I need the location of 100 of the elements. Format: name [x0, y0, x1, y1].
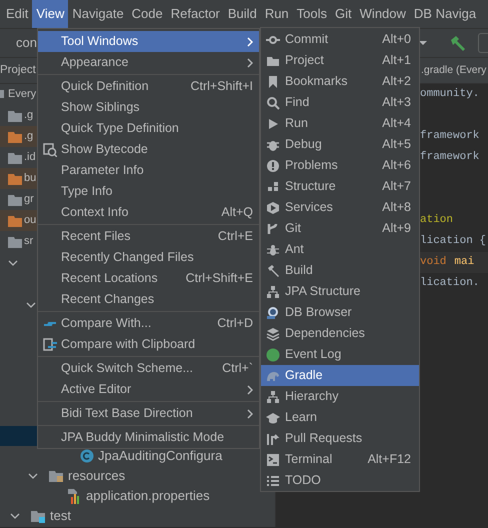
menu-item[interactable]: Recent Files Ctrl+E — [38, 226, 259, 247]
code-text: framework — [420, 129, 480, 144]
resources-folder-icon — [48, 469, 64, 483]
menu-item[interactable]: Project Alt+1 — [261, 50, 419, 71]
tree-item-label[interactable]: application.properties — [86, 486, 210, 506]
menu-bar-item[interactable]: Edit — [2, 0, 32, 28]
menu-item[interactable]: Dependencies — [261, 323, 419, 344]
menu-item[interactable]: Active Editor — [38, 379, 259, 400]
menu-item[interactable]: Structure Alt+7 — [261, 176, 419, 197]
tree-item-label[interactable]: resources — [68, 466, 126, 486]
panel-title: Project — [0, 62, 36, 78]
menu-bar-item[interactable]: Run — [260, 0, 293, 28]
tree-item-label[interactable]: ou — [24, 212, 36, 229]
layers-icon — [266, 326, 280, 340]
clipboard-compare-icon — [42, 338, 56, 352]
tree-item-label[interactable]: .g — [24, 128, 34, 145]
menu-item[interactable]: Bookmarks Alt+2 — [261, 71, 419, 92]
menu-item[interactable]: Parameter Info — [38, 160, 259, 181]
menu-item[interactable]: Compare with Clipboard — [38, 334, 259, 355]
menu-item[interactable]: Quick Definition Ctrl+Shift+I — [38, 76, 259, 97]
tree-item-label[interactable]: gr — [24, 191, 34, 208]
menu-item[interactable]: Services Alt+8 — [261, 197, 419, 218]
menu-bar-item[interactable]: Window — [356, 0, 410, 28]
menu-item[interactable]: Recently Changed Files — [38, 247, 259, 268]
tree-item-label[interactable]: Every — [8, 86, 36, 103]
caret-icon — [418, 40, 428, 46]
menu-bar-item[interactable]: Navigate — [68, 0, 128, 28]
menu-item[interactable]: Tool Windows — [38, 31, 259, 52]
chevron-down-icon — [8, 260, 18, 266]
tree-item-label[interactable]: .id — [24, 149, 36, 166]
menu-item[interactable]: Recent Changes — [38, 289, 259, 310]
menu-item[interactable]: Learn — [261, 407, 419, 428]
chevron-down-icon — [28, 473, 38, 479]
menu-item[interactable]: Show Siblings — [38, 97, 259, 118]
code-text: void — [420, 255, 446, 270]
code-text: lication { — [420, 234, 486, 250]
menu-item[interactable]: Appearance — [38, 52, 259, 73]
bookmark-icon — [266, 74, 280, 88]
menu-item[interactable]: Git Alt+9 — [261, 218, 419, 239]
chevron-down-icon — [26, 302, 36, 308]
search-icon — [266, 96, 280, 110]
structure-icon — [266, 180, 280, 194]
folder-icon — [7, 214, 22, 228]
breadcrumb[interactable]: con — [0, 33, 37, 53]
code-text: lication. — [420, 276, 480, 292]
menu-item[interactable]: DB Browser — [261, 302, 419, 323]
menu-bar-item[interactable]: Code — [128, 0, 167, 28]
menu-item[interactable]: Run Alt+4 — [261, 113, 419, 134]
tree-item-label[interactable]: test — [50, 506, 71, 526]
menu-item[interactable]: Bidi Text Base Direction — [38, 403, 259, 424]
graduation-cap-icon — [266, 410, 280, 424]
ant-icon — [266, 242, 280, 256]
menu-item[interactable]: Type Info — [38, 181, 259, 202]
chevron-down-icon — [10, 513, 20, 519]
tree-item-label[interactable]: sr — [24, 233, 34, 250]
folder-icon — [7, 130, 22, 144]
menu-item[interactable]: JPA Buddy Minimalistic Mode — [38, 427, 259, 448]
menu-item[interactable]: Problems Alt+6 — [261, 155, 419, 176]
menu-item[interactable]: Hierarchy — [261, 386, 419, 407]
class-icon — [80, 449, 94, 463]
menu-item[interactable]: Show Bytecode — [38, 139, 259, 160]
menu-item[interactable]: Pull Requests — [261, 428, 419, 449]
menu-bar-item[interactable]: Git — [331, 0, 356, 28]
services-icon — [266, 200, 280, 214]
menu-item[interactable]: JPA Structure — [261, 281, 419, 302]
code-text: ation — [420, 213, 454, 228]
menu-item[interactable]: Ant — [261, 239, 419, 260]
menu-bar-item[interactable]: Build — [224, 0, 261, 28]
tree-item-label[interactable]: bu — [24, 170, 36, 187]
folder-icon — [7, 234, 22, 248]
menu-item[interactable]: Event Log — [261, 344, 419, 365]
menu-item[interactable]: Context Info Alt+Q — [38, 202, 259, 223]
menu-item[interactable]: Compare With... Ctrl+D — [38, 313, 259, 334]
code-text: framework — [420, 150, 480, 166]
hierarchy-icon — [266, 390, 280, 404]
menu-item[interactable]: Debug Alt+5 — [261, 134, 419, 155]
properties-file-icon — [66, 488, 82, 504]
alert-icon — [266, 158, 280, 172]
toolbar-button[interactable] — [478, 33, 488, 53]
tree-item-label[interactable]: .g — [24, 107, 34, 124]
menu-bar-item[interactable]: View — [32, 0, 68, 28]
hierarchy-icon — [266, 284, 280, 298]
menu-item[interactable]: Commit Alt+0 — [261, 29, 419, 50]
menu-item[interactable]: Quick Type Definition — [38, 118, 259, 139]
editor-tab[interactable]: .gradle (Every — [421, 62, 486, 78]
menu-bar-item[interactable]: DB Naviga — [410, 0, 480, 28]
code-text: mai — [454, 255, 474, 270]
menu-bar-item[interactable]: Tools — [292, 0, 332, 28]
menu-item[interactable]: Build — [261, 260, 419, 281]
menu-bar-item[interactable]: Refactor — [166, 0, 224, 28]
menu-item[interactable]: Quick Switch Scheme... Ctrl+` — [38, 358, 259, 379]
list-icon — [266, 474, 280, 488]
menu-item[interactable]: Find Alt+3 — [261, 92, 419, 113]
menu-item[interactable]: Terminal Alt+F12 — [261, 449, 419, 470]
folder-icon — [7, 150, 22, 164]
branch-icon — [266, 222, 280, 236]
menu-item[interactable]: Recent Locations Ctrl+Shift+E — [38, 268, 259, 289]
menu-item[interactable]: Gradle — [261, 365, 419, 386]
tree-item-label[interactable]: JpaAuditingConfigura — [98, 446, 222, 466]
menu-item[interactable]: TODO — [261, 470, 419, 491]
